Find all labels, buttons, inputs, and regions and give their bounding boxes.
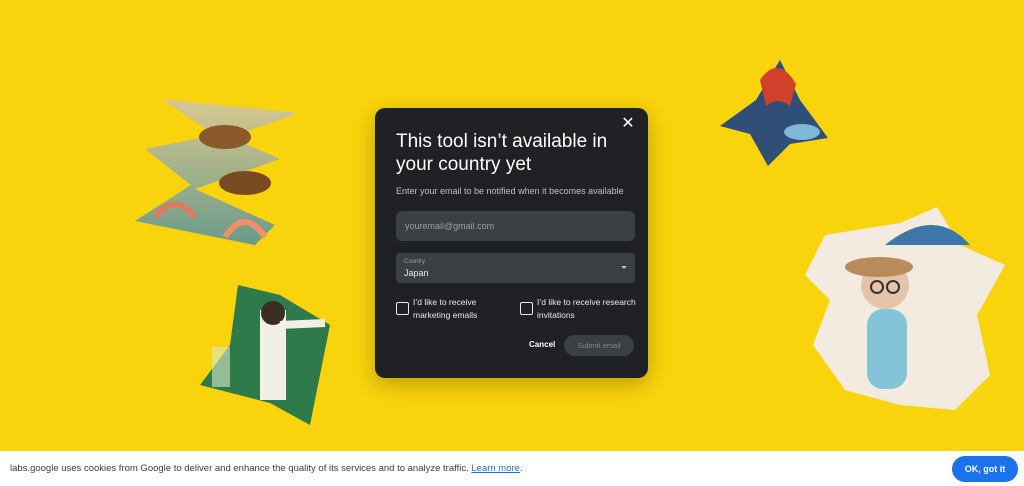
- research-checkbox-row: I’d like to receive research invitations: [520, 296, 637, 322]
- marketing-checkbox[interactable]: [396, 302, 409, 315]
- country-value: Japan: [404, 268, 429, 278]
- fish-artwork-image: [135, 97, 295, 247]
- dialog-title: This tool isn’t available in your countr…: [396, 131, 608, 175]
- marketing-checkbox-row: I’d like to receive marketing emails: [396, 296, 513, 322]
- dialog-subtitle: Enter your email to be notified when it …: [396, 186, 624, 196]
- ok-got-it-button[interactable]: OK, got it: [952, 456, 1018, 482]
- unavailable-dialog: ✕ This tool isn’t available in your coun…: [375, 108, 648, 378]
- email-input[interactable]: [396, 211, 635, 241]
- learn-more-link[interactable]: Learn more: [471, 463, 520, 474]
- cancel-button[interactable]: Cancel: [529, 340, 555, 349]
- cookie-bar: labs.google uses cookies from Google to …: [0, 451, 1024, 486]
- man-artwork-image: [200, 285, 335, 425]
- background-stage: ✕ This tool isn’t available in your coun…: [0, 0, 1024, 451]
- research-checkbox[interactable]: [520, 302, 533, 315]
- cookie-message-text: labs.google uses cookies from Google to …: [10, 463, 469, 474]
- chevron-down-icon: [621, 266, 627, 269]
- country-select[interactable]: Country Japan: [396, 253, 635, 283]
- cookie-message: labs.google uses cookies from Google to …: [10, 463, 523, 474]
- research-checkbox-label: I’d like to receive research invitations: [537, 297, 636, 320]
- marketing-checkbox-label: I’d like to receive marketing emails: [413, 297, 478, 320]
- mermaid-artwork-image: [720, 60, 830, 170]
- country-label: Country: [404, 259, 426, 265]
- cookie-message-period: .: [519, 463, 523, 474]
- submit-email-button[interactable]: Submit email: [564, 335, 634, 356]
- grandma-artwork-image: [805, 205, 1010, 415]
